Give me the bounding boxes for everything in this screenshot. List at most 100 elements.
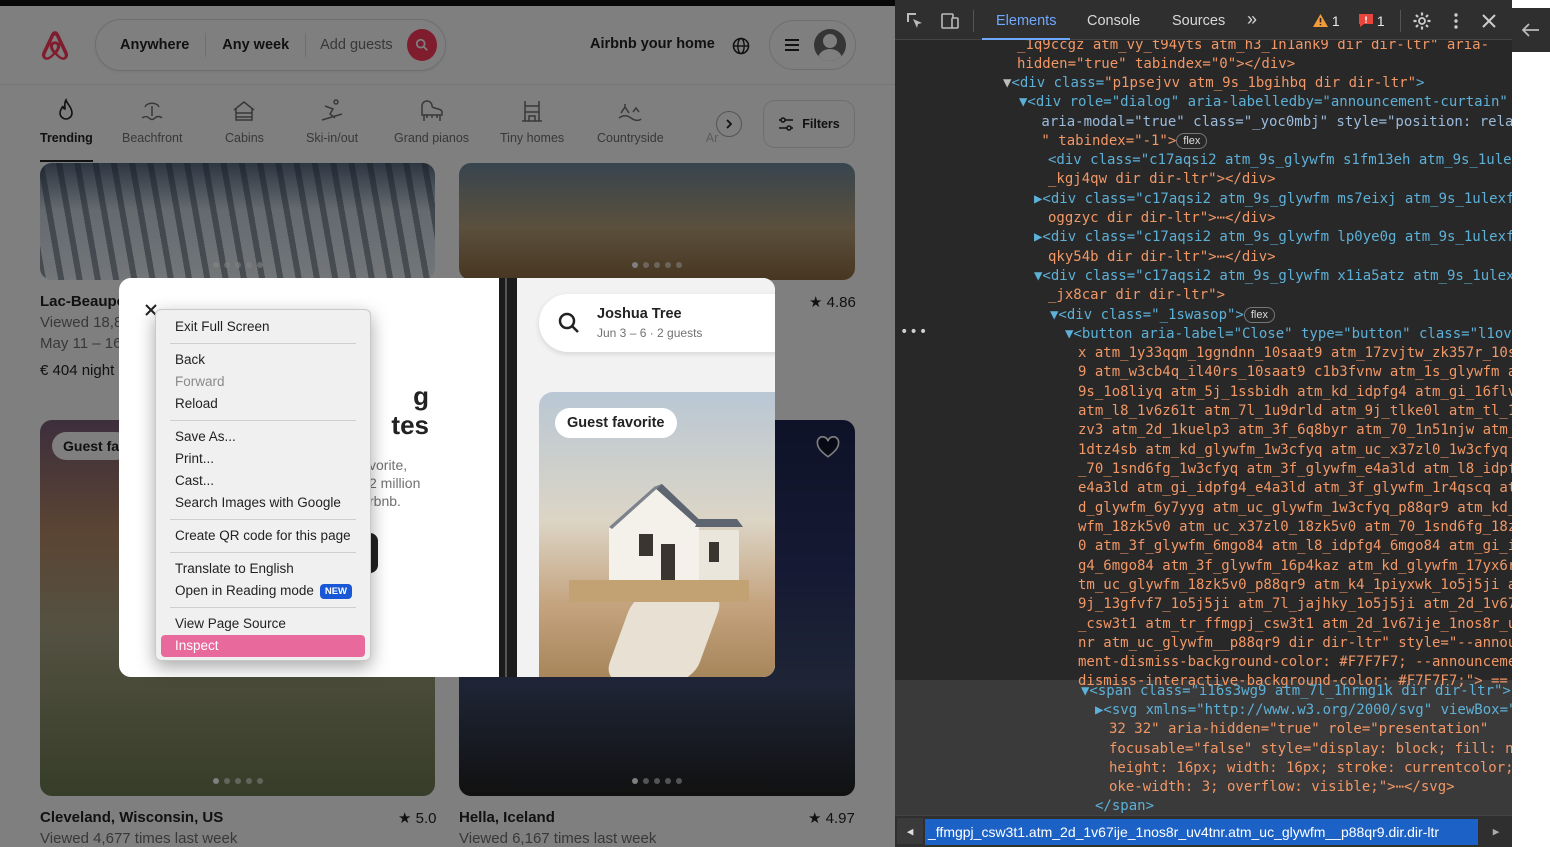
- dom-line[interactable]: oggzyc dir dir-ltr">⋯</div>: [1048, 209, 1276, 228]
- tab-sources[interactable]: Sources: [1172, 13, 1225, 29]
- menu-item-reload[interactable]: Reload: [161, 393, 365, 415]
- new-badge: NEW: [319, 583, 353, 599]
- dom-line[interactable]: d_glywfm_6y7yyg atm_uc_glywfm_1w3cfyq_p8…: [1078, 499, 1512, 518]
- phone-listing-card: Guest favorite: [539, 392, 775, 677]
- dom-line[interactable]: qky54b dir dir-ltr">⋯</div>: [1048, 248, 1276, 267]
- inspect-element-icon[interactable]: [905, 11, 925, 31]
- menu-item-forward: Forward: [175, 374, 225, 389]
- dom-line[interactable]: x atm_1y33qqm_1ggndnn_10saat9 atm_17zvjt…: [1078, 344, 1512, 363]
- dom-line[interactable]: aria-modal="true" class="_yoc0mbj" style…: [1033, 113, 1512, 132]
- dom-line[interactable]: _1q9ccgz atm_vy_t94yts atm_h3_1n1ank9 di…: [1017, 40, 1489, 55]
- flex-badge[interactable]: flex: [1176, 133, 1208, 149]
- warning-icon: [1313, 14, 1328, 27]
- breadcrumb-scroll-right-button[interactable]: ▶: [1483, 818, 1509, 844]
- dom-line[interactable]: ▶<div class="c17aqsi2 atm_9s_glywfm ms7e…: [1034, 190, 1512, 209]
- breadcrumb-bar: ◀ _ffmgpj_csw3t1.atm_2d_1v67ije_1nos8r_u…: [895, 815, 1512, 847]
- close-icon[interactable]: [1479, 11, 1499, 31]
- dom-line[interactable]: focusable="false" style="display: block;…: [1109, 740, 1512, 759]
- dom-line[interactable]: height: 16px; width: 16px; stroke: curre…: [1109, 759, 1512, 778]
- tab-console[interactable]: Console: [1087, 13, 1140, 29]
- menu-separator: [170, 343, 356, 344]
- dom-line[interactable]: ▼<div class="_1swasop"> flex: [1050, 306, 1275, 325]
- devtools-panel: Elements Console Sources » 1 1 ••• _1q9c…: [895, 0, 1512, 847]
- dom-line[interactable]: _70_1snd6fg_1w3cfyq atm_3f_glywfm_e4a3ld…: [1078, 460, 1512, 479]
- dom-line[interactable]: ▼<div class="p1psejvv atm_9s_1bgihbq dir…: [1003, 74, 1424, 93]
- dom-line[interactable]: <div class="c17aqsi2 atm_9s_glywfm s1fm1…: [1048, 151, 1512, 170]
- dom-line[interactable]: ▶<div class="c17aqsi2 atm_9s_glywfm lp0y…: [1034, 228, 1512, 247]
- menu-item-print[interactable]: Print...: [161, 448, 365, 470]
- menu-separator: [170, 519, 356, 520]
- tab-elements[interactable]: Elements: [981, 13, 1072, 40]
- devtools-toolbar: Elements Console Sources » 1 1: [895, 0, 1512, 40]
- phone-frame: [499, 278, 519, 677]
- search-icon: [558, 312, 579, 333]
- dom-line[interactable]: _kgj4qw dir dir-ltr"></div>: [1048, 170, 1276, 189]
- dom-line[interactable]: wfm_18zk5v0 atm_uc_x37zl0_18zk5v0 atm_70…: [1078, 518, 1512, 537]
- arrow-left-icon: [1522, 23, 1539, 37]
- menu-item-save-as[interactable]: Save As...: [161, 426, 365, 448]
- menu-item-label: Open in Reading mode: [175, 583, 314, 598]
- node-actions-ellipsis[interactable]: •••: [900, 323, 928, 342]
- error-icon: [1359, 14, 1373, 27]
- warnings-count: 1: [1331, 13, 1340, 29]
- dom-line[interactable]: atm_l8_1v6z61t atm_7l_1u9drld atm_9j_tlk…: [1078, 402, 1512, 421]
- dom-line[interactable]: ment-dismiss-background-color: #F7F7F7; …: [1078, 653, 1512, 672]
- phone-search-pill: Joshua Tree Jun 3 – 6 · 2 guests: [539, 294, 775, 352]
- dom-line[interactable]: 1dtz4sb atm_kd_glywfm_1w3cfyq atm_uc_x37…: [1078, 441, 1512, 460]
- toolbar-divider: [1400, 10, 1401, 32]
- house-illustration: [569, 484, 749, 602]
- phone-search-title: Joshua Tree: [597, 306, 682, 322]
- menu-separator: [170, 552, 356, 553]
- dom-line[interactable]: ▼<div class="c17aqsi2 atm_9s_glywfm x1ia…: [1034, 267, 1512, 286]
- menu-separator: [170, 420, 356, 421]
- dom-line[interactable]: ▼<div role="dialog" aria-labelledby="ann…: [1019, 93, 1508, 112]
- side-panel-strip: [1512, 0, 1550, 847]
- dom-line[interactable]: hidden="true" tabindex="0"></div>: [1017, 55, 1295, 74]
- device-toolbar-icon[interactable]: [940, 11, 960, 31]
- back-button[interactable]: [1512, 8, 1550, 52]
- dom-line[interactable]: 9j_13gfvf7_1o5j5ji atm_7l_jajhky_1o5j5ji…: [1078, 595, 1512, 614]
- elements-tree[interactable]: ••• _1q9ccgz atm_vy_t94yts atm_h3_1n1ank…: [895, 40, 1512, 815]
- breadcrumb-scroll-left-button[interactable]: ◀: [897, 818, 923, 844]
- menu-item-cast[interactable]: Cast...: [161, 470, 365, 492]
- gear-icon[interactable]: [1412, 11, 1432, 31]
- more-tabs-button[interactable]: »: [1247, 9, 1257, 30]
- dom-line[interactable]: 32 32" aria-hidden="true" role="presenta…: [1109, 720, 1488, 739]
- breadcrumb[interactable]: _ffmgpj_csw3t1.atm_2d_1v67ije_1nos8r_uv4…: [925, 819, 1478, 845]
- dom-line[interactable]: tm_uc_glywfm_18zk5v0_p88qr9 atm_k4_1piyx…: [1078, 576, 1512, 595]
- context-menu: Exit Full Screen Back Forward Reload Sav…: [155, 309, 371, 661]
- menu-item-view-source[interactable]: View Page Source: [161, 613, 365, 635]
- menu-item-back[interactable]: Back: [161, 349, 365, 371]
- dom-line[interactable]: ▼<button aria-label="Close" type="button…: [1065, 325, 1512, 344]
- menu-item-reading-mode[interactable]: Open in Reading mode NEW: [161, 580, 365, 602]
- dom-line[interactable]: ▶<svg xmlns="http://www.w3.org/2000/svg"…: [1095, 701, 1512, 720]
- menu-item-exit-fullscreen[interactable]: Exit Full Screen: [161, 316, 365, 338]
- dom-line[interactable]: _jx8car dir dir-ltr">: [1048, 286, 1225, 305]
- more-vert-icon[interactable]: [1446, 11, 1466, 31]
- menu-item-translate[interactable]: Translate to English: [161, 558, 365, 580]
- menu-separator: [170, 607, 356, 608]
- stone-path: [602, 592, 726, 677]
- menu-item-qr-code[interactable]: Create QR code for this page: [161, 525, 365, 547]
- dom-line[interactable]: 0 atm_3f_glywfm_6mgo84 atm_l8_idpfg4_6mg…: [1078, 537, 1512, 556]
- dom-line[interactable]: nr atm_uc_glywfm__p88qr9 dir dir-ltr" st…: [1078, 634, 1512, 653]
- dom-line[interactable]: oke-width: 3; overflow: visible;">⋯</svg…: [1109, 778, 1455, 797]
- errors-counter[interactable]: 1: [1359, 13, 1385, 29]
- dom-line[interactable]: 9 atm_w3cb4q_il40rs_10saat9 c1b3fvnw atm…: [1078, 363, 1512, 382]
- phone-search-subtitle: Jun 3 – 6 · 2 guests: [597, 326, 703, 340]
- guest-favorite-badge: Guest favorite: [555, 408, 677, 438]
- toolbar-divider: [973, 10, 974, 32]
- dom-line[interactable]: " tabindex="-1"> flex: [1033, 132, 1208, 151]
- dom-line[interactable]: e4a3ld atm_gi_idpfg4_e4a3ld atm_3f_glywf…: [1078, 479, 1512, 498]
- airbnb-page: Anywhere Any week Add guests Airbnb your…: [0, 0, 895, 847]
- menu-item-inspect[interactable]: Inspect: [161, 635, 365, 657]
- dom-line[interactable]: g4_6mgo84 atm_3f_glywfm_16p4kaz atm_kd_g…: [1078, 557, 1512, 576]
- dom-line[interactable]: zv3 atm_2d_1kuelp3 atm_3f_6q8byr atm_70_…: [1078, 421, 1512, 440]
- dom-line[interactable]: </span>: [1095, 797, 1154, 815]
- dom-line[interactable]: _csw3t1 atm_tr_ffmgpj_csw3t1 atm_2d_1v67…: [1078, 615, 1512, 634]
- dom-line[interactable]: ▼<span class="i16s3wg9 atm_7l_1hrmg1k di…: [1081, 682, 1511, 701]
- menu-item-search-images[interactable]: Search Images with Google: [161, 492, 365, 514]
- dom-line[interactable]: 9s_1o8liyq atm_5j_1ssbidh atm_kd_idpfg4 …: [1078, 383, 1512, 402]
- flex-badge[interactable]: flex: [1243, 307, 1275, 323]
- warnings-counter[interactable]: 1: [1313, 13, 1340, 29]
